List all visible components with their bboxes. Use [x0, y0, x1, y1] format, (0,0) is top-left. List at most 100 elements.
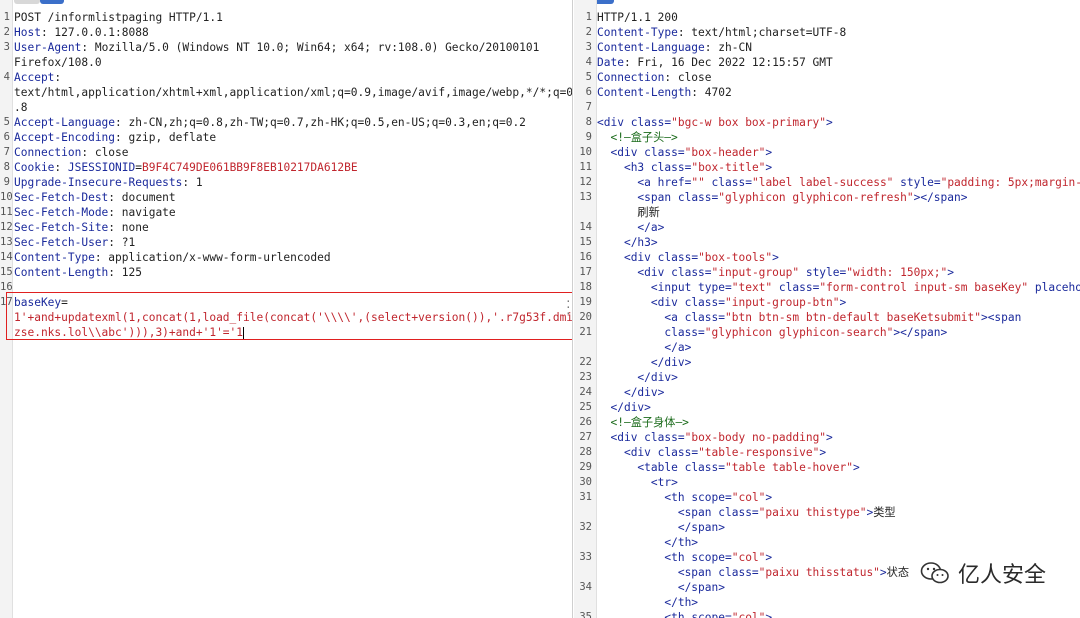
line-number: 21 [579, 326, 592, 338]
token: > [879, 566, 887, 579]
line-text: <div class="table-responsive"> [597, 445, 826, 460]
tab-pretty[interactable] [14, 0, 40, 4]
request-tabs [0, 0, 572, 5]
token: > [765, 611, 773, 618]
token: placehold [1034, 281, 1080, 294]
line-number: 23 [579, 371, 592, 383]
line-number: 13 [579, 191, 592, 203]
token: : [54, 161, 68, 174]
token: Content-Type [14, 251, 95, 264]
token: <div [610, 146, 645, 159]
line-number: 4 [585, 56, 592, 68]
line-number: 15 [0, 266, 13, 278]
line-number: 9 [585, 131, 592, 143]
token: class= [630, 116, 672, 129]
line-text: <div class="input-group-btn"> [597, 295, 846, 310]
token: </span> [677, 521, 725, 534]
response-pane[interactable]: 1 HTTP/1.1 200 2 Content-Type: text/html;ch… [574, 0, 1080, 618]
line-number: 7 [585, 101, 592, 113]
token: <span [677, 506, 719, 519]
line-text: Content-Length: 125 [14, 265, 142, 280]
token: <span [637, 191, 678, 204]
line-text: <div class="box-header"> [597, 145, 772, 160]
token: </div> [637, 371, 678, 384]
line-number: 16 [579, 251, 592, 263]
line-text: Accept-Encoding: gzip, deflate [14, 130, 216, 145]
payload-highlight-box [6, 292, 572, 340]
line-number: 9 [3, 176, 10, 188]
token: <div [623, 251, 658, 264]
line-text: <span class="paixu thisstatus">状态 [597, 565, 909, 580]
tab-raw[interactable] [40, 0, 64, 4]
token: class= [671, 266, 712, 279]
line-text: </div> [597, 355, 691, 370]
token: style= [805, 266, 847, 279]
token: Cookie [14, 161, 55, 174]
line-text: HTTP/1.1 200 [597, 10, 678, 25]
line-text: <th scope="col"> [597, 610, 772, 618]
line-text: Accept-Language: zh-CN,zh;q=0.8,zh-TW;q=… [14, 115, 526, 130]
line-text: Host: 127.0.0.1:8088 [14, 25, 149, 40]
token: <table [637, 461, 685, 474]
line-number: 6 [585, 86, 592, 98]
token: : 125 [108, 266, 142, 279]
line-number: 33 [579, 551, 592, 563]
token: "table table-hover" [725, 461, 853, 474]
line-number: 5 [3, 116, 10, 128]
token: "form-control input-sm baseKey" [819, 281, 1035, 294]
line-number: 11 [579, 161, 592, 173]
line-number: 31 [579, 491, 592, 503]
token: <tr> [650, 476, 678, 489]
token: <div [610, 431, 645, 444]
line-number: 10 [579, 146, 592, 158]
token: : document [108, 191, 176, 204]
watermark-text: 亿人安全 [957, 563, 1046, 588]
line-number: 10 [0, 191, 13, 203]
response-tabs [574, 0, 1080, 5]
token: "paixu thisstatus" [758, 566, 880, 579]
token: class= [718, 506, 759, 519]
token: </div> [650, 356, 692, 369]
line-text: <a href="" class="label label-success" s… [597, 175, 1080, 190]
token: ><span [980, 311, 1022, 324]
line-text: <span class="paixu thistype">类型 [597, 505, 896, 520]
line-number: 3 [3, 41, 10, 53]
line-number: 22 [579, 356, 592, 368]
token: : application/x-www-form-urlencoded [94, 251, 331, 264]
line-text: Cookie: JSESSIONID=B9F4C749DE061BB9F8EB1… [14, 160, 358, 175]
token: class= [684, 296, 725, 309]
line-number: 26 [579, 416, 592, 428]
line-number: 30 [579, 476, 592, 488]
line-text: Upgrade-Insecure-Requests: 1 [14, 175, 203, 190]
token: "table-responsive" [698, 446, 820, 459]
request-pane[interactable]: 1 POST /informlistpaging HTTP/1.1 2 Host: 1… [0, 0, 573, 618]
token: ></span> [913, 191, 968, 204]
token: <div [623, 446, 658, 459]
token: Content-Language [597, 41, 705, 54]
line-text: Connection: close [597, 70, 712, 85]
token: > [765, 491, 773, 504]
token: "box-tools" [698, 251, 773, 264]
token: <div [597, 116, 631, 129]
token: : gzip, deflate [115, 131, 217, 144]
token: Content-Length [597, 86, 692, 99]
token: <div [637, 266, 672, 279]
more-options-icon[interactable]: · · · [565, 296, 572, 319]
token: "label label-success" [751, 176, 901, 189]
line-number: 15 [579, 236, 592, 248]
line-number: 20 [579, 311, 592, 323]
line-text: Connection: close [14, 145, 129, 160]
token: </div> [623, 386, 665, 399]
